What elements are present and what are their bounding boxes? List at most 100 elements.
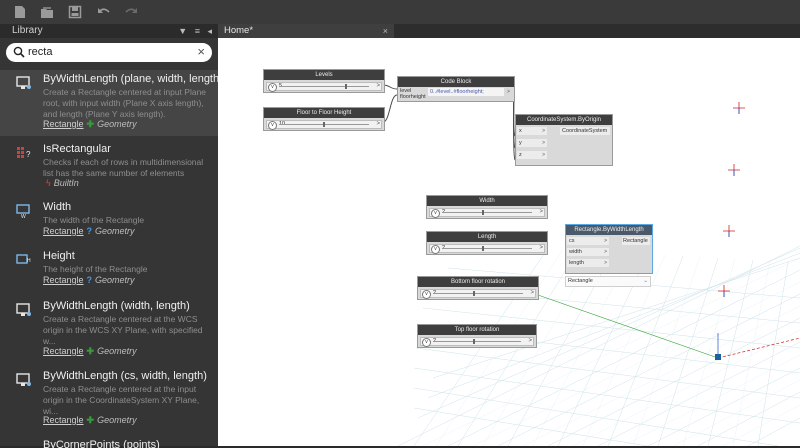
port-label: width (569, 249, 582, 255)
slider-thumb[interactable] (473, 339, 475, 344)
undo-icon[interactable] (97, 5, 111, 19)
coordinate-system-node[interactable]: CoordinateSystem.ByOrigin x > y > z > Coord… (515, 114, 613, 166)
rectangle-by-width-length-node[interactable]: Rectangle.ByWidthLength cs > width > lengt… (565, 224, 653, 274)
slider-track (433, 293, 523, 294)
category-link[interactable]: Rectangle (43, 415, 84, 425)
close-tab-icon[interactable]: × (383, 24, 388, 38)
input-port-y[interactable]: y > (517, 139, 547, 147)
levels-slider-node[interactable]: Levels v 5 > (263, 69, 385, 93)
slider-thumb[interactable] (323, 122, 325, 127)
output-port-icon[interactable]: > (539, 245, 543, 252)
node-title: Levels (264, 70, 384, 80)
slider-thumb[interactable] (473, 291, 475, 296)
node-title: Bottom floor rotation (418, 277, 538, 287)
output-port-icon[interactable]: > (376, 83, 380, 90)
output-port-icon[interactable]: > (530, 290, 534, 297)
list-view-icon[interactable]: ≡ (195, 26, 200, 36)
input-port-cs[interactable]: cs > (567, 237, 609, 245)
code-editor[interactable]: 0..#level..#floorheight; (428, 88, 504, 96)
number-slider[interactable]: v ? > (420, 337, 534, 347)
input-port-z[interactable]: z > (517, 151, 547, 159)
group-label: BuiltIn (53, 178, 79, 188)
output-port-icon[interactable]: > (528, 338, 532, 345)
library-item[interactable]: ByWidthLength (width, length) Create a R… (0, 297, 218, 359)
length-slider-node[interactable]: Length v ? > (426, 231, 548, 255)
library-item-title: Height (43, 250, 75, 262)
new-file-icon[interactable] (13, 5, 27, 19)
output-port-icon[interactable]: > (376, 121, 380, 128)
library-item[interactable]: ByWidthLength (plane, width, length) Cre… (0, 70, 223, 136)
library-item[interactable]: H Height The height of the Rectangle Rec… (0, 247, 218, 287)
integer-slider[interactable]: v 10 > (266, 120, 382, 130)
chevron-down-icon[interactable]: v (268, 121, 277, 130)
library-item[interactable]: ? IsRectangular Checks if each of rows i… (0, 140, 218, 190)
library-item-category: Rectangle ✚ Geometry (43, 119, 137, 130)
code-block-node[interactable]: Code Block level floorheight 0..#level..… (397, 76, 515, 102)
floor-height-slider-node[interactable]: Floor to Floor Height v 10 > (263, 107, 385, 131)
library-item-category: Rectangle? Geometry (43, 275, 135, 285)
chevron-down-icon[interactable]: v (431, 245, 440, 254)
plus-icon: ✚ (86, 415, 95, 425)
library-title: Library (12, 25, 43, 36)
slider-track (442, 212, 532, 213)
chevron-down-icon[interactable]: v (422, 290, 431, 299)
library-item-title: Width (43, 201, 72, 213)
input-port-length[interactable]: length > (567, 259, 609, 267)
port-label: z (519, 152, 522, 158)
node-title: Top floor rotation (418, 325, 536, 335)
library-search[interactable]: recta × (6, 43, 212, 62)
output-port-coordinatesystem[interactable]: CoordinateSystem (560, 127, 610, 135)
output-port-rectangle[interactable]: Rectangle (622, 237, 650, 245)
tab-home[interactable]: Home* × (218, 24, 394, 38)
library-item[interactable]: ByCornerPoints (points) (0, 436, 218, 448)
category-link[interactable]: Rectangle (43, 346, 84, 356)
category-link[interactable]: Rectangle (43, 275, 84, 285)
port-label: y (519, 140, 522, 146)
port-arrow-icon: > (604, 238, 607, 244)
grid-question-icon: ? (17, 147, 31, 159)
code-text[interactable]: 0..#level..#floorheight; (430, 88, 484, 96)
pin-icon[interactable]: ⌄ (643, 277, 648, 285)
slider-thumb[interactable] (482, 246, 484, 251)
output-port-icon[interactable]: > (507, 89, 510, 95)
graph-canvas[interactable]: Levels v 5 > Floor to Floor Height v 10 … (218, 38, 800, 446)
search-input[interactable]: recta (28, 46, 52, 58)
input-port-x[interactable]: x > (517, 127, 547, 135)
library-item-desc: Create a Rectangle centered at the WCS o… (43, 314, 203, 346)
save-icon[interactable] (68, 5, 82, 19)
bottom-rotation-slider-node[interactable]: Bottom floor rotation v ? > (417, 276, 539, 300)
collapse-panel-icon[interactable]: ◂ (207, 26, 212, 36)
port-arrow-icon: > (542, 140, 545, 146)
group-label: Geometry (97, 119, 137, 129)
redo-icon[interactable] (124, 5, 138, 19)
input-port-floorheight[interactable]: floorheight (400, 93, 426, 101)
slider-thumb[interactable] (482, 210, 484, 215)
input-port-width[interactable]: width > (567, 248, 609, 256)
top-rotation-slider-node[interactable]: Top floor rotation v ? > (417, 324, 537, 348)
width-slider-node[interactable]: Width v ? > (426, 195, 548, 219)
integer-slider[interactable]: v 5 > (266, 82, 382, 92)
chevron-down-icon[interactable]: v (268, 83, 277, 92)
category-link[interactable]: Rectangle (43, 226, 84, 236)
rectangle-plane-icon (16, 303, 31, 316)
chevron-down-icon[interactable]: v (431, 209, 440, 218)
chevron-down-icon[interactable]: v (422, 338, 431, 347)
number-slider[interactable]: v ? > (429, 208, 545, 218)
number-slider[interactable]: v ? > (429, 244, 545, 254)
number-slider[interactable]: v ? > (420, 289, 536, 299)
builtin-icon: ϟ (46, 178, 51, 188)
port-label: Rectangle (623, 238, 648, 244)
clear-search-icon[interactable]: × (197, 44, 205, 59)
filter-icon[interactable]: ▼ (178, 26, 187, 36)
library-item[interactable]: W Width The width of the Rectangle Recta… (0, 198, 218, 238)
svg-text:?: ? (26, 150, 31, 159)
open-icon[interactable] (40, 5, 54, 19)
output-port-icon[interactable]: > (539, 209, 543, 216)
preview-text: Rectangle (568, 278, 593, 284)
category-link[interactable]: Rectangle (43, 119, 84, 129)
slider-track (279, 86, 369, 87)
slider-thumb[interactable] (345, 84, 347, 89)
library-item[interactable]: ByWidthLength (cs, width, length) Create… (0, 367, 218, 429)
node-title: CoordinateSystem.ByOrigin (516, 115, 612, 125)
node-preview-bubble[interactable]: Rectangle ⌄ (565, 276, 651, 287)
